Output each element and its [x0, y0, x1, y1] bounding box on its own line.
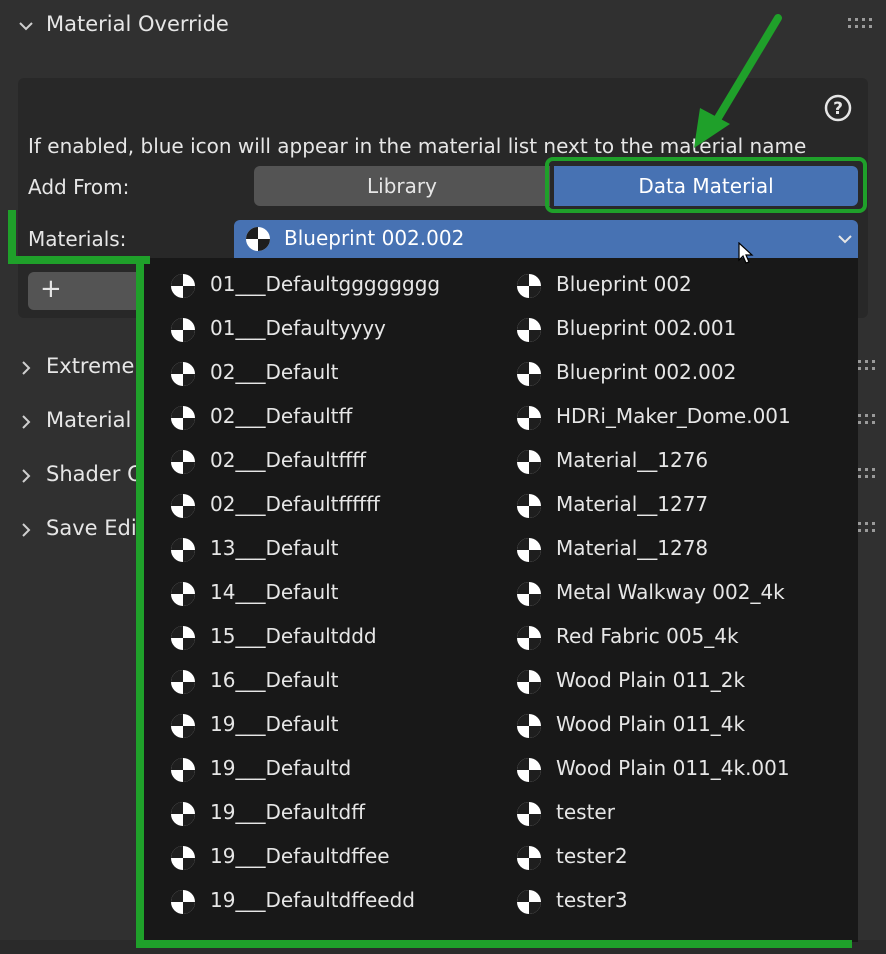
- plus-icon: +: [40, 274, 62, 304]
- add-material-button[interactable]: +: [28, 272, 148, 310]
- material-item-label: Material__1278: [556, 536, 709, 560]
- annotation-line: [136, 256, 144, 948]
- material-item-label: Wood Plain 011_4k: [556, 712, 746, 736]
- material-sphere-icon: [171, 582, 195, 606]
- material-sphere-icon: [171, 846, 195, 870]
- panel-header-material-override[interactable]: Material Override: [0, 0, 886, 52]
- material-sphere-icon: [171, 802, 195, 826]
- material-item-label: tester: [556, 800, 615, 824]
- materials-dropdown-field[interactable]: Blueprint 002.002: [234, 220, 858, 258]
- material-sphere-icon: [171, 318, 195, 342]
- material-item-label: 02___Defaultffffff: [210, 492, 380, 516]
- material-sphere-icon: [517, 362, 541, 386]
- panel-title-material-override: Material Override: [46, 12, 229, 36]
- material-sphere-icon: [517, 714, 541, 738]
- material-item-label: tester3: [556, 888, 628, 912]
- material-sphere-icon: [517, 582, 541, 606]
- material-sphere-icon: [517, 670, 541, 694]
- annotation-highlight-box: [545, 157, 867, 213]
- material-sphere-icon: [171, 274, 195, 298]
- material-sphere-icon: [517, 846, 541, 870]
- chevron-right-icon: [22, 415, 31, 429]
- material-item-label: 01___Defaultgggggggg: [210, 272, 441, 296]
- material-sphere-icon: [171, 406, 195, 430]
- material-item-label: HDRi_Maker_Dome.001: [556, 404, 791, 428]
- material-item-label: Material__1277: [556, 492, 709, 516]
- material-sphere-icon: [171, 890, 195, 914]
- material-sphere-icon: [171, 626, 195, 650]
- material-sphere-icon: [517, 318, 541, 342]
- annotation-line: [136, 940, 852, 948]
- material-sphere-icon: [517, 494, 541, 518]
- material-sphere-icon: [171, 758, 195, 782]
- drag-grip-icon[interactable]: [858, 360, 880, 372]
- material-sphere-icon: [171, 362, 195, 386]
- drag-grip-icon[interactable]: [858, 468, 880, 480]
- material-sphere-icon: [171, 450, 195, 474]
- material-sphere-icon: [517, 406, 541, 430]
- drag-grip-icon[interactable]: [858, 414, 880, 426]
- material-sphere-icon: [517, 802, 541, 826]
- materials-label: Materials:: [28, 227, 127, 251]
- add-from-label: Add From:: [28, 175, 130, 199]
- material-item-label: 02___Defaultffff: [210, 448, 367, 472]
- material-item-label: Blueprint 002.001: [556, 316, 737, 340]
- material-sphere-icon: [171, 670, 195, 694]
- material-sphere-icon: [517, 538, 541, 562]
- info-text: If enabled, blue icon will appear in the…: [28, 134, 807, 158]
- material-item-label: 19___Defaultdff: [210, 800, 365, 824]
- mouse-cursor-icon: [738, 242, 754, 264]
- drag-grip-icon[interactable]: [848, 18, 874, 30]
- material-item-label: 01___Defaultyyyy: [210, 316, 386, 340]
- material-item-label: Red Fabric 005_4k: [556, 624, 739, 648]
- material-item-label: Material__1276: [556, 448, 709, 472]
- material-item-label: Wood Plain 011_4k.001: [556, 756, 790, 780]
- material-item-label: 16___Default: [210, 668, 339, 692]
- material-sphere-icon: [517, 758, 541, 782]
- material-item-label: Blueprint 002: [556, 272, 692, 296]
- material-item-label: 19___Defaultd: [210, 756, 352, 780]
- material-item-label: 15___Defaultddd: [210, 624, 377, 648]
- materials-dropdown-menu: 01___Defaultgggggggg 01___Defaultyyyy 02__…: [140, 258, 858, 942]
- chevron-right-icon: [22, 469, 31, 483]
- material-sphere-icon: [171, 494, 195, 518]
- material-item-label: 19___Defaultdffeedd: [210, 888, 415, 912]
- material-item-label: 19___Default: [210, 712, 339, 736]
- chevron-down-icon: [19, 22, 33, 31]
- chevron-right-icon: [22, 361, 31, 375]
- annotation-line: [8, 256, 150, 264]
- material-item-label: 02___Defaultff: [210, 404, 353, 428]
- materials-selected-value: Blueprint 002.002: [284, 226, 465, 250]
- svg-text:?: ?: [833, 99, 843, 119]
- material-item-label: Wood Plain 011_2k: [556, 668, 746, 692]
- material-sphere-icon: [517, 626, 541, 650]
- material-item-label: tester2: [556, 844, 628, 868]
- chevron-right-icon: [22, 523, 31, 537]
- material-sphere-icon: [517, 450, 541, 474]
- help-icon[interactable]: ?: [824, 94, 852, 122]
- material-item-label: 02___Default: [210, 360, 339, 384]
- material-sphere-icon: [517, 274, 541, 298]
- material-item-label: Blueprint 002.002: [556, 360, 737, 384]
- chevron-down-icon: [838, 235, 852, 244]
- material-sphere-icon: [246, 227, 270, 251]
- drag-grip-icon[interactable]: [858, 522, 880, 534]
- material-sphere-icon: [517, 890, 541, 914]
- material-item-label: 13___Default: [210, 536, 339, 560]
- library-option-button[interactable]: Library: [254, 166, 550, 206]
- material-sphere-icon: [171, 538, 195, 562]
- material-sphere-icon: [171, 714, 195, 738]
- material-item-label: Metal Walkway 002_4k: [556, 580, 785, 604]
- material-item-label: 14___Default: [210, 580, 339, 604]
- material-item-label: 19___Defaultdffee: [210, 844, 390, 868]
